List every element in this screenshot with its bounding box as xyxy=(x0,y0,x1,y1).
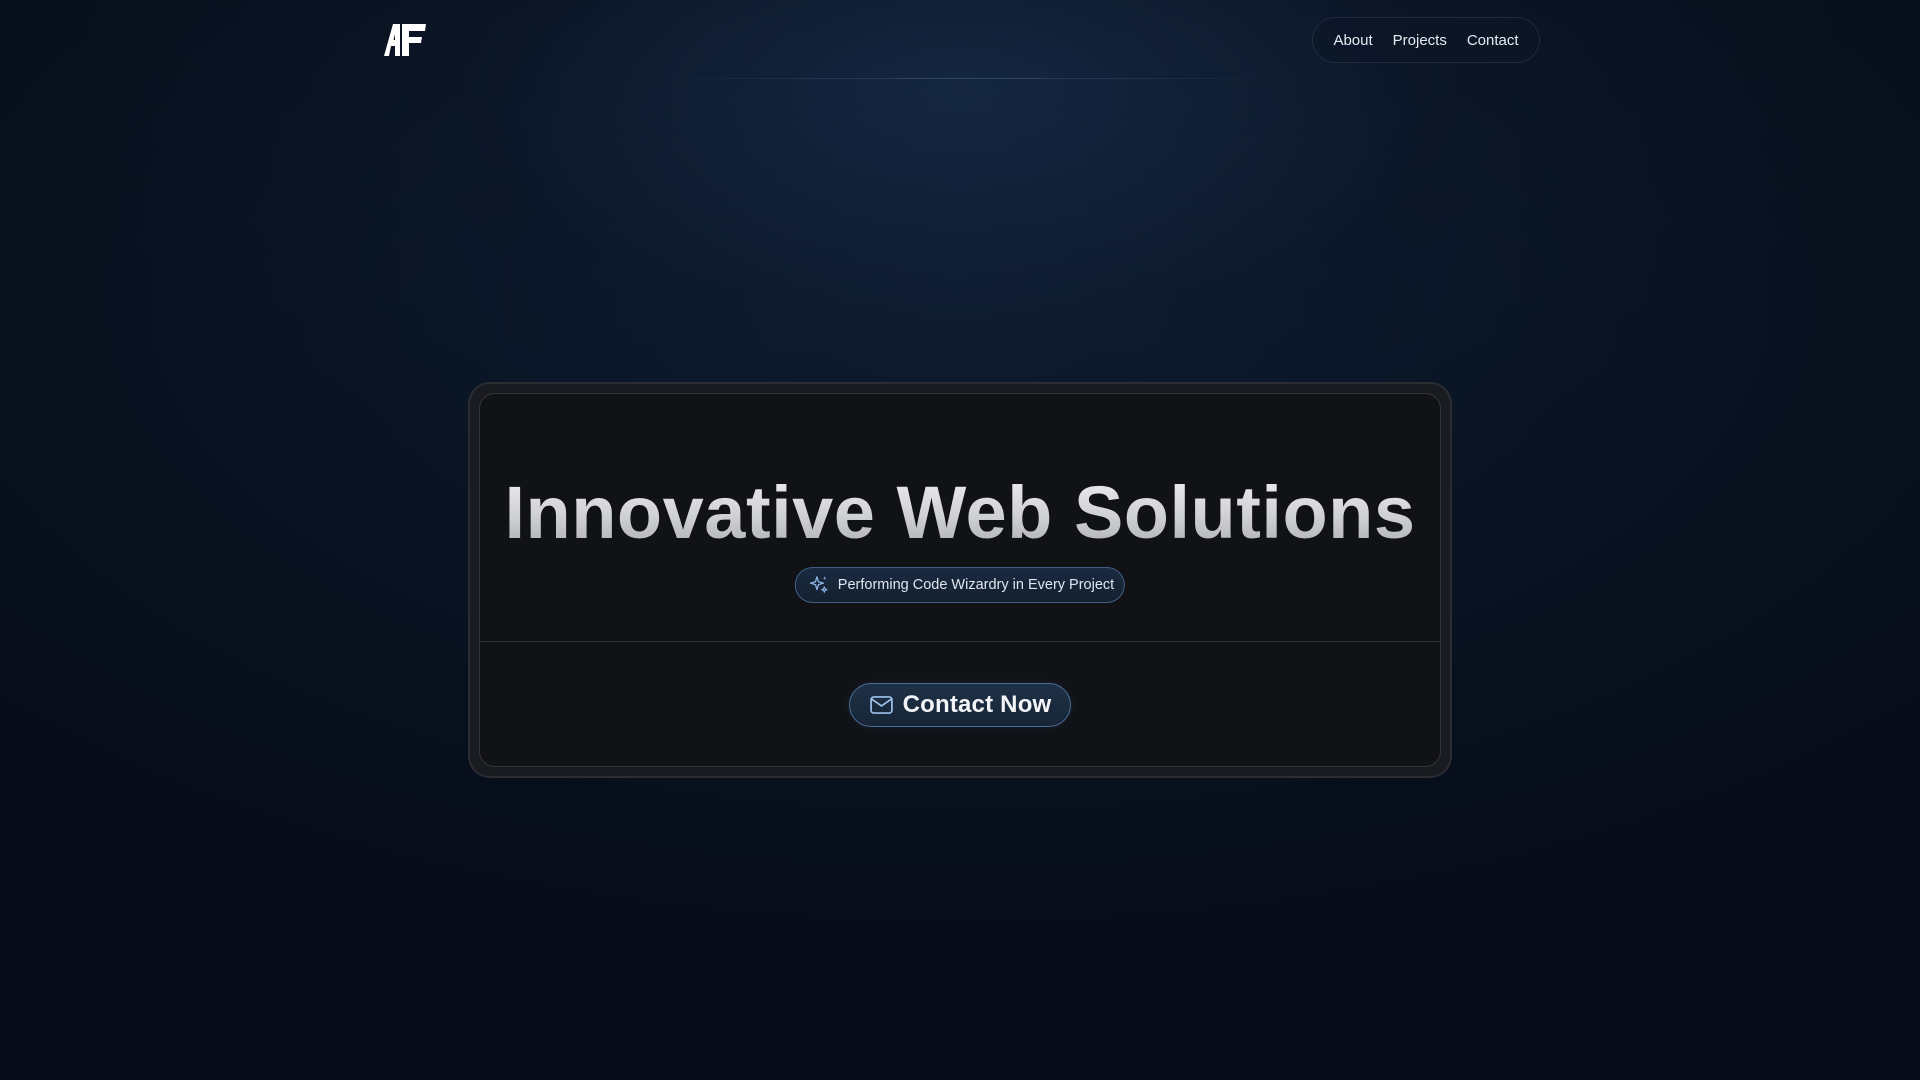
nav-link-projects[interactable]: Projects xyxy=(1393,32,1447,49)
contact-now-button[interactable]: Contact Now xyxy=(848,683,1072,727)
nav-link-contact[interactable]: Contact xyxy=(1467,32,1519,49)
hero-title: Innovative Web Solutions xyxy=(480,472,1440,554)
top-nav: About Projects Contact xyxy=(1312,17,1540,63)
tagline-badge: Performing Code Wizardry in Every Projec… xyxy=(794,567,1126,603)
hero-frame: Innovative Web Solutions Performing Code… xyxy=(468,382,1452,778)
hero-cta-section: Contact Now xyxy=(480,642,1440,766)
af-monogram-logo-icon xyxy=(384,24,426,56)
af-logo[interactable] xyxy=(384,22,428,58)
hero-card: Innovative Web Solutions Performing Code… xyxy=(479,393,1441,767)
hero-top-section: Innovative Web Solutions Performing Code… xyxy=(480,394,1440,642)
sparkles-icon xyxy=(809,576,828,593)
mail-icon xyxy=(869,696,893,714)
header-divider-glow xyxy=(650,78,1290,79)
nav-link-about[interactable]: About xyxy=(1333,32,1372,49)
contact-now-label: Contact Now xyxy=(902,691,1052,718)
tagline-text: Performing Code Wizardry in Every Projec… xyxy=(837,577,1115,593)
